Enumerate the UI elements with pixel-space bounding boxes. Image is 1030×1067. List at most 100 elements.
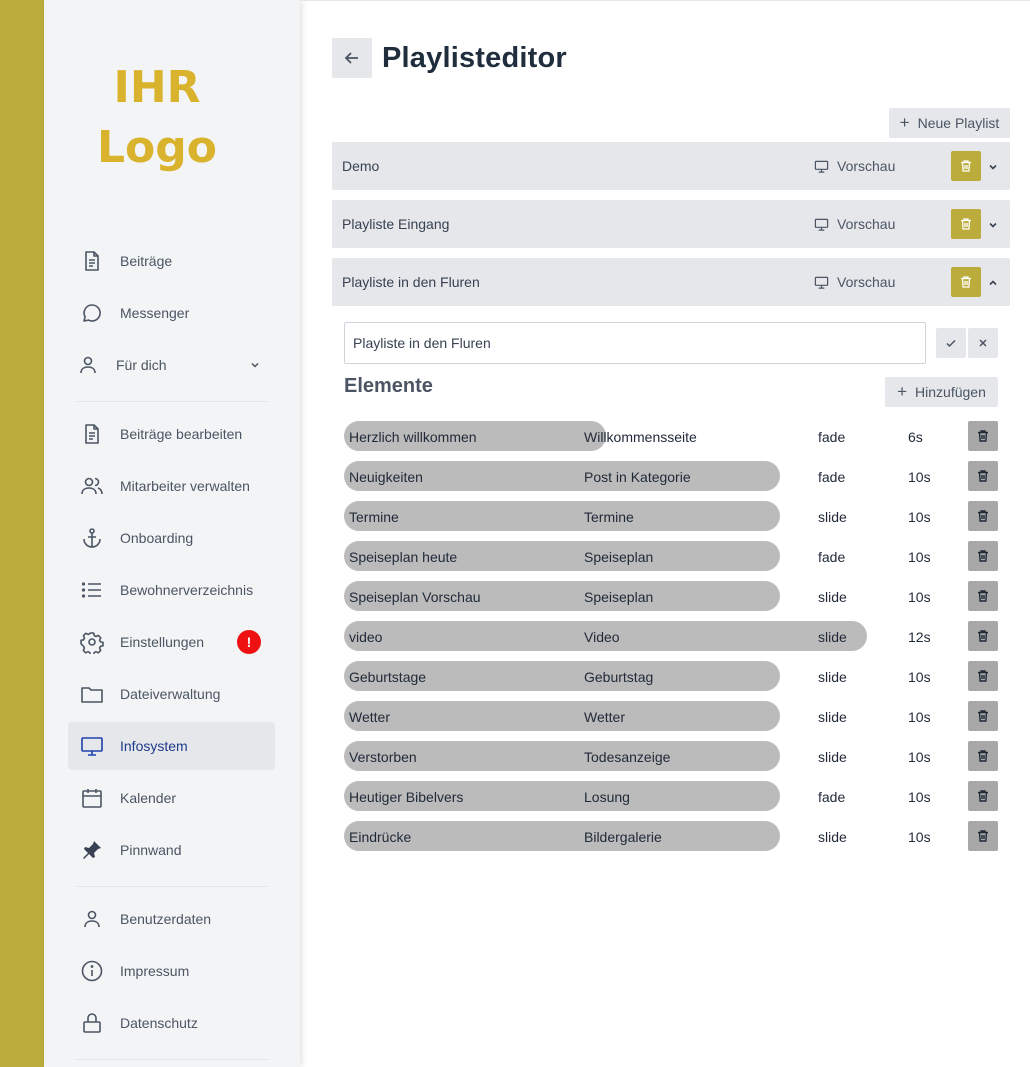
- element-row[interactable]: Herzlich willkommen Willkommensseite fade 6…: [344, 421, 998, 451]
- element-type: Todesanzeige: [584, 749, 671, 765]
- delete-element-button[interactable]: [968, 741, 998, 771]
- playlist-name: Playliste in den Fluren: [342, 274, 480, 290]
- sidebar-item-infosystem[interactable]: Infosystem: [68, 722, 275, 770]
- element-name: Herzlich willkommen: [349, 429, 477, 445]
- element-row[interactable]: video Video slide 12s: [344, 621, 998, 651]
- new-playlist-button[interactable]: + Neue Playlist: [889, 108, 1010, 138]
- trash-icon: [978, 750, 988, 762]
- element-transition: fade: [818, 549, 846, 565]
- element-row[interactable]: Speiseplan Vorschau Speiseplan slide 10s: [344, 581, 998, 611]
- sidebar-item-dateiverwaltung[interactable]: Dateiverwaltung: [68, 670, 275, 718]
- element-row[interactable]: Wetter Wetter slide 10s: [344, 701, 998, 731]
- element-row[interactable]: Termine Termine slide 10s: [344, 501, 998, 531]
- main-content: Playlisteditor + Neue Playlist Demo Vors…: [300, 0, 1030, 1067]
- element-row[interactable]: Speiseplan heute Speiseplan fade 10s: [344, 541, 998, 571]
- element-duration: 10s: [908, 549, 931, 565]
- element-type: Losung: [584, 789, 630, 805]
- element-type: Termine: [584, 509, 634, 525]
- info-icon: [80, 959, 104, 983]
- trash-icon: [978, 430, 988, 442]
- sidebar-item-benutzerdaten[interactable]: Benutzerdaten: [68, 895, 275, 943]
- sidebar-item-beitraege-bearbeiten[interactable]: Beiträge bearbeiten: [68, 410, 275, 458]
- element-duration: 10s: [908, 589, 931, 605]
- delete-element-button[interactable]: [968, 421, 998, 451]
- element-row[interactable]: Geburtstage Geburtstag slide 10s: [344, 661, 998, 691]
- delete-element-button[interactable]: [968, 501, 998, 531]
- element-row[interactable]: Neuigkeiten Post in Kategorie fade 10s: [344, 461, 998, 491]
- preview-link[interactable]: Vorschau: [814, 158, 895, 174]
- accent-strip: [0, 0, 44, 1067]
- trash-icon: [978, 830, 988, 842]
- element-drag-bar[interactable]: [344, 501, 780, 531]
- page-title: Playlisteditor: [382, 42, 567, 74]
- playlist-row[interactable]: Demo Vorschau: [332, 142, 1010, 190]
- delete-element-button[interactable]: [968, 781, 998, 811]
- element-row[interactable]: Eindrücke Bildergalerie slide 10s: [344, 821, 998, 851]
- preview-link[interactable]: Vorschau: [814, 274, 895, 290]
- element-name: Termine: [349, 509, 399, 525]
- element-row[interactable]: Heutiger Bibelvers Losung fade 10s: [344, 781, 998, 811]
- back-button[interactable]: [332, 38, 372, 78]
- delete-element-button[interactable]: [968, 461, 998, 491]
- delete-element-button[interactable]: [968, 821, 998, 851]
- user-icon: [80, 907, 104, 931]
- sidebar-item-label: Messenger: [120, 305, 190, 321]
- element-row[interactable]: Verstorben Todesanzeige slide 10s: [344, 741, 998, 771]
- cancel-button[interactable]: [968, 328, 998, 358]
- anchor-icon: [80, 526, 104, 550]
- element-type: Wetter: [584, 709, 625, 725]
- element-duration: 6s: [908, 429, 923, 445]
- delete-element-button[interactable]: [968, 661, 998, 691]
- close-icon: [979, 339, 987, 347]
- sidebar-item-label: Benutzerdaten: [120, 911, 212, 927]
- delete-element-button[interactable]: [968, 621, 998, 651]
- divider: [76, 1059, 268, 1060]
- trash-icon: [978, 590, 988, 602]
- playlist-row[interactable]: Playliste Eingang Vorschau: [332, 200, 1010, 248]
- delete-element-button[interactable]: [968, 701, 998, 731]
- sidebar-item-bewohnerverzeichnis[interactable]: Bewohnerverzeichnis: [68, 566, 275, 614]
- chevron-down-icon[interactable]: [987, 218, 999, 230]
- sidebar-item-label: Mitarbeiter verwalten: [120, 478, 250, 494]
- sidebar: IHR Logo Beiträge Messenger Für dich Bei…: [44, 0, 300, 1067]
- confirm-button[interactable]: [936, 328, 966, 358]
- sidebar-item-messenger[interactable]: Messenger: [68, 289, 275, 337]
- sidebar-item-beitraege[interactable]: Beiträge: [68, 237, 275, 285]
- arrow-left-icon: [344, 52, 358, 64]
- element-duration: 10s: [908, 669, 931, 685]
- sidebar-item-impressum[interactable]: Impressum: [68, 947, 275, 995]
- divider: [76, 886, 268, 887]
- delete-playlist-button[interactable]: [951, 151, 981, 181]
- delete-element-button[interactable]: [968, 541, 998, 571]
- chevron-up-icon[interactable]: [987, 276, 999, 288]
- element-type: Post in Kategorie: [584, 469, 691, 485]
- element-drag-bar[interactable]: [344, 701, 780, 731]
- add-element-button[interactable]: + Hinzufügen: [885, 377, 998, 407]
- delete-playlist-button[interactable]: [951, 267, 981, 297]
- sidebar-item-label: Infosystem: [120, 738, 188, 754]
- document-icon: [80, 422, 104, 446]
- element-transition: fade: [818, 429, 846, 445]
- element-type: Geburtstag: [584, 669, 654, 685]
- sidebar-item-fuer-dich[interactable]: Für dich: [68, 341, 275, 389]
- document-icon: [80, 249, 104, 273]
- delete-playlist-button[interactable]: [951, 209, 981, 239]
- chevron-down-icon[interactable]: [987, 160, 999, 172]
- lock-icon: [80, 1011, 104, 1035]
- trash-icon: [961, 160, 971, 172]
- delete-element-button[interactable]: [968, 581, 998, 611]
- sidebar-item-datenschutz[interactable]: Datenschutz: [68, 999, 275, 1047]
- sidebar-item-label: Kalender: [120, 790, 177, 806]
- preview-link[interactable]: Vorschau: [814, 216, 895, 232]
- trash-icon: [978, 630, 988, 642]
- chevron-down-icon[interactable]: [249, 358, 261, 370]
- playlist-row[interactable]: Playliste in den Fluren Vorschau: [332, 258, 1010, 306]
- sidebar-item-mitarbeiter-verwalten[interactable]: Mitarbeiter verwalten: [68, 462, 275, 510]
- sidebar-item-onboarding[interactable]: Onboarding: [68, 514, 275, 562]
- trash-icon: [978, 550, 988, 562]
- sidebar-item-einstellungen[interactable]: Einstellungen !: [68, 618, 275, 666]
- sidebar-item-kalender[interactable]: Kalender: [68, 774, 275, 822]
- playlist-name-input[interactable]: [344, 322, 926, 364]
- sidebar-item-label: Pinnwand: [120, 842, 182, 858]
- sidebar-item-pinnwand[interactable]: Pinnwand: [68, 826, 275, 874]
